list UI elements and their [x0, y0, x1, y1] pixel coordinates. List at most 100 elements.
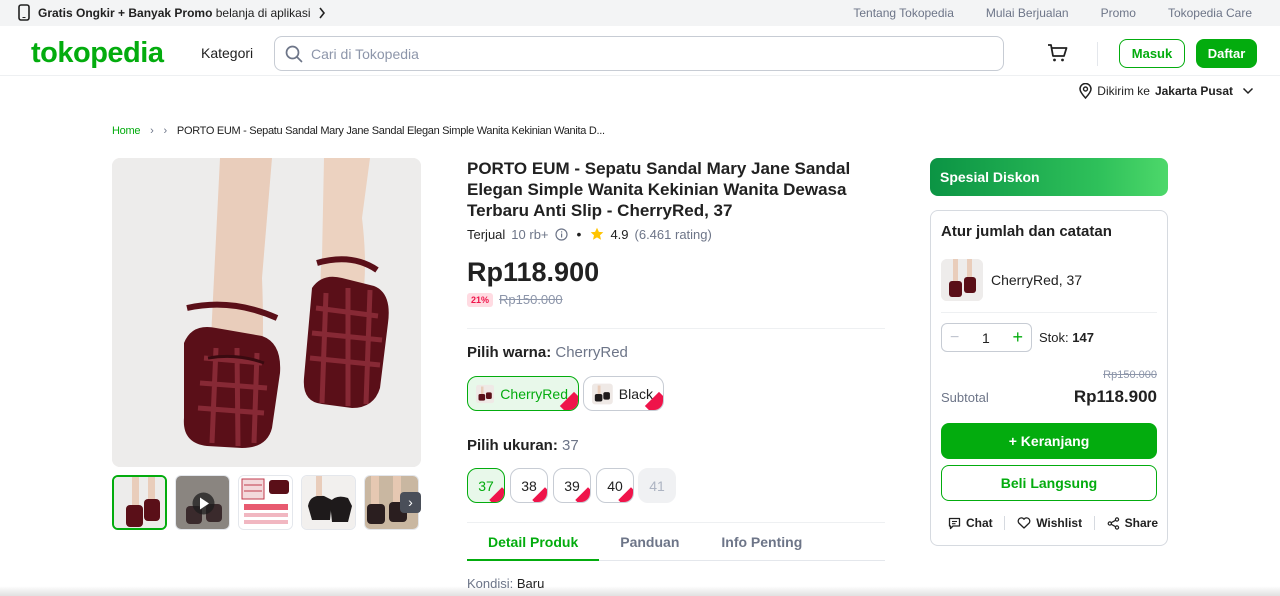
size-option-38[interactable]: 38 — [510, 468, 548, 503]
subtotal-value: Rp118.900 — [1073, 387, 1157, 406]
promo-bold-text: Gratis Ongkir + Banyak Promo — [38, 5, 213, 20]
quantity-value[interactable]: 1 — [982, 330, 990, 346]
link-care[interactable]: Tokopedia Care — [1168, 6, 1252, 20]
product-main-image[interactable] — [112, 158, 421, 467]
breadcrumb-home[interactable]: Home — [112, 125, 140, 137]
action-separator — [1004, 516, 1006, 530]
color-option-label: Black — [618, 385, 653, 402]
selected-variant: CherryRed, 37 — [941, 259, 1082, 301]
tab-detail-produk[interactable]: Detail Produk — [467, 523, 600, 561]
chevron-right-icon: › — [408, 494, 413, 510]
header-divider — [1097, 42, 1098, 66]
action-separator — [1093, 516, 1095, 530]
shipping-location[interactable]: Dikirim ke Jakarta Pusat — [1079, 83, 1254, 99]
search-icon — [285, 45, 303, 63]
add-to-cart-button[interactable]: + Keranjang — [941, 423, 1157, 459]
chat-icon — [948, 517, 961, 529]
product-price: Rp118.900 — [467, 257, 600, 287]
size-option-39[interactable]: 39 — [553, 468, 591, 503]
register-button[interactable]: Daftar — [1196, 39, 1257, 68]
chevron-right-icon: › — [150, 125, 154, 137]
card-original-price: Rp150.000 — [1103, 369, 1157, 381]
minus-icon[interactable]: − — [950, 329, 959, 347]
buy-now-button[interactable]: Beli Langsung — [941, 465, 1157, 501]
thumb-image — [239, 476, 292, 529]
size-label-text: Pilih ukuran: — [467, 437, 558, 454]
thumbnail-next-button[interactable]: › — [400, 492, 421, 513]
link-promo[interactable]: Promo — [1101, 6, 1136, 20]
size-option-40[interactable]: 40 — [596, 468, 634, 503]
thumb-image — [302, 476, 355, 529]
link-mulai-berjualan[interactable]: Mulai Berjualan — [986, 6, 1069, 20]
rating-count[interactable]: (6.461 rating) — [635, 227, 712, 242]
thumbnail-1[interactable] — [112, 475, 167, 530]
size-selected-text: 37 — [562, 437, 579, 454]
search-bar[interactable] — [274, 36, 1004, 71]
sold-label: Terjual — [467, 226, 506, 242]
info-icon[interactable] — [554, 227, 568, 241]
sold-count: 10 rb+ — [511, 226, 549, 242]
plus-icon[interactable]: + — [1012, 327, 1023, 348]
thumbnail-4[interactable] — [301, 475, 356, 530]
wishlist-button[interactable]: Wishlist — [1017, 516, 1082, 530]
color-option-label: CherryRed — [500, 385, 568, 402]
chat-label: Chat — [966, 516, 993, 530]
top-promo-bar: Gratis Ongkir + Banyak Promo belanja di … — [0, 0, 1280, 26]
product-photo-sandals — [112, 158, 421, 467]
location-pin-icon — [1079, 83, 1093, 99]
size-option-label: 39 — [564, 478, 580, 494]
wishlist-label: Wishlist — [1036, 516, 1083, 530]
share-button[interactable]: Share — [1107, 516, 1158, 530]
chat-button[interactable]: Chat — [948, 516, 993, 530]
divider — [467, 328, 885, 329]
breadcrumb-current: PORTO EUM - Sepatu Sandal Mary Jane Sand… — [176, 125, 605, 137]
color-option-cherryred[interactable]: CherryRed — [467, 376, 579, 411]
size-option-label: 40 — [607, 478, 623, 494]
share-label: Share — [1124, 516, 1158, 530]
quantity-stepper[interactable]: − 1 + — [941, 323, 1032, 352]
stock-info: Stok: 147 — [1039, 330, 1094, 345]
size-option-label: 41 — [649, 478, 665, 494]
ship-city: Jakarta Pusat — [1154, 84, 1233, 98]
tab-info-penting[interactable]: Info Penting — [700, 523, 823, 561]
black-swatch-icon — [592, 383, 613, 404]
thumbnail-video[interactable] — [175, 475, 230, 530]
discount-badge: 21% — [467, 292, 494, 307]
product-title: PORTO EUM - Sepatu Sandal Mary Jane Sand… — [467, 159, 851, 220]
cart-button[interactable] — [1047, 43, 1069, 68]
tokopedia-logo[interactable]: tokopedia — [31, 37, 164, 70]
cart-icon — [1048, 44, 1068, 62]
original-price: Rp150.000 — [499, 292, 563, 307]
stock-value: 147 — [1072, 330, 1094, 345]
kategori-menu[interactable]: Kategori — [201, 45, 253, 61]
app-promo-link[interactable]: Gratis Ongkir + Banyak Promo belanja di … — [18, 4, 326, 21]
chevron-right-icon: › — [163, 125, 168, 137]
color-selected-text: CherryRed — [555, 344, 628, 361]
color-option-black[interactable]: Black — [583, 376, 664, 411]
card-title: Atur jumlah dan catatan — [941, 223, 1112, 240]
size-label: Pilih ukuran: 37 — [467, 437, 579, 454]
search-input[interactable] — [311, 44, 981, 64]
product-stats: Terjual 10 rb+ • 4.9 (6.461 rating) — [467, 226, 712, 242]
tab-panduan[interactable]: Panduan — [599, 523, 700, 561]
color-label-text: Pilih warna: — [467, 344, 552, 361]
purchase-card: Atur jumlah dan catatan CherryRed, 37 − … — [930, 210, 1168, 546]
share-icon — [1107, 516, 1119, 530]
size-option-37[interactable]: 37 — [467, 468, 505, 503]
size-option-label: 38 — [521, 478, 537, 494]
stock-label: Stok: — [1039, 330, 1069, 345]
divider — [941, 312, 1157, 313]
color-label: Pilih warna: CherryRed — [467, 344, 628, 361]
heart-icon — [1017, 517, 1031, 529]
chevron-down-icon — [1242, 87, 1254, 95]
variant-label: CherryRed, 37 — [991, 272, 1083, 288]
variant-image — [941, 259, 983, 301]
cherryred-swatch-icon — [476, 384, 495, 403]
login-button[interactable]: Masuk — [1119, 39, 1185, 68]
thumbnail-size-chart[interactable] — [238, 475, 293, 530]
variant-thumbnail — [941, 259, 983, 301]
link-tentang[interactable]: Tentang Tokopedia — [853, 6, 954, 20]
thumb-image — [114, 477, 165, 528]
chevron-right-icon — [319, 7, 326, 18]
size-option-41: 41 — [638, 468, 676, 503]
